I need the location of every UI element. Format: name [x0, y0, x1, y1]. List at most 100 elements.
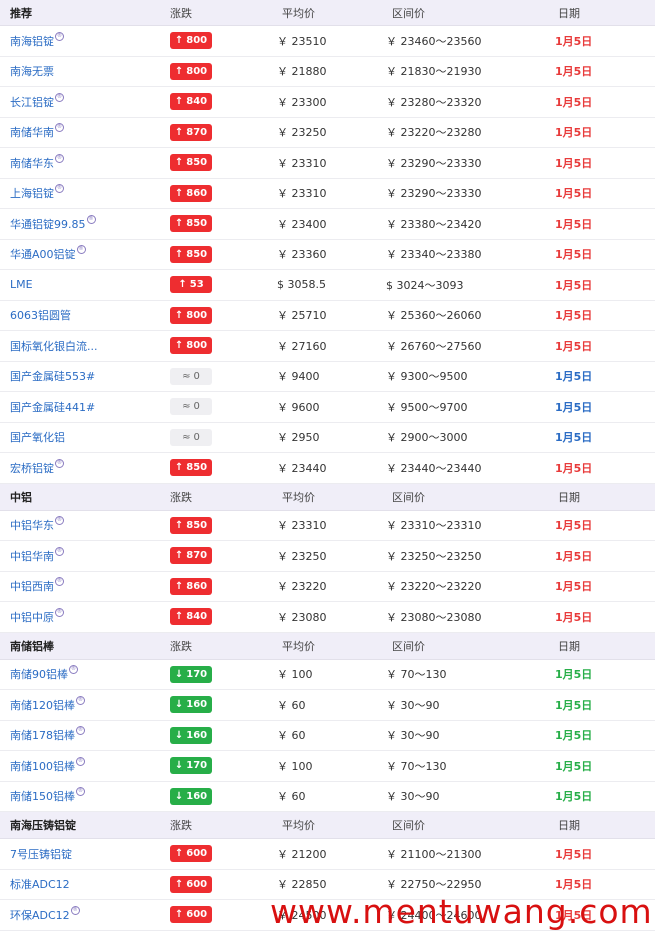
date-cell: 1月5日 [555, 34, 593, 48]
product-link[interactable]: 中铝西南 [10, 580, 54, 593]
product-cell[interactable]: 中铝华东 ® [0, 516, 165, 533]
product-cell[interactable]: 南储华南 ® [0, 123, 165, 140]
avg-price: ￥ 23220 [277, 580, 327, 594]
avg-price: ￥ 21200 [277, 847, 327, 861]
product-cell[interactable]: 南储178铝棒 ® [0, 726, 165, 743]
product-link[interactable]: 6063铝圆管 [10, 309, 71, 322]
column-header-range-price: 区间价 [392, 819, 425, 832]
avg-price: ￥ 27160 [277, 339, 327, 353]
range-price: ￥ 70～130 [386, 759, 447, 773]
change-cell: ≈0 [165, 398, 271, 416]
product-link[interactable]: 7号压铸铝锭 [10, 848, 72, 861]
date-cell: 1月5日 [555, 519, 593, 533]
arrow-up-icon: ↑ [174, 340, 184, 352]
product-cell[interactable]: 南储100铝棒 ® [0, 756, 165, 774]
product-cell[interactable]: 华通A00铝锭 ® [0, 245, 165, 262]
range-price: ￥ 23380～23420 [386, 217, 482, 231]
product-cell[interactable]: 中铝西南 ® [0, 577, 165, 594]
product-cell[interactable]: 6063铝圆管 [0, 307, 165, 323]
product-link[interactable]: 南储华东 [10, 157, 54, 170]
arrow-up-icon: ↑ [174, 157, 184, 169]
column-header-range-price: 区间价 [392, 490, 425, 504]
range-price: ￥ 23440～23440 [386, 461, 482, 475]
product-link[interactable]: 中铝中原 [10, 611, 54, 624]
date-cell: 1月5日 [555, 187, 593, 201]
product-link[interactable]: 南储100铝棒 [10, 760, 75, 773]
column-header-avg-price: 平均价 [282, 639, 315, 653]
product-cell[interactable]: 中铝华南 ® [0, 546, 165, 564]
product-link[interactable]: 南储华南 [10, 126, 54, 139]
range-price: ￥ 30～90 [386, 729, 440, 743]
range-price: ￥ 9300～9500 [386, 370, 468, 384]
product-cell[interactable]: 南储120铝棒 ® [0, 695, 165, 713]
product-link[interactable]: 南储178铝棒 [10, 729, 75, 742]
registered-icon: ® [86, 214, 96, 224]
table-row: 南储100铝棒 ® ↓ 170 ￥ 100 ￥ 70～130 1月5日 [0, 751, 655, 782]
product-link[interactable]: 华通铝锭99.85 [10, 218, 86, 231]
change-badge: ≈0 [170, 398, 212, 416]
product-cell[interactable]: 国产金属硅441# [0, 399, 165, 415]
change-value: 170 [186, 760, 208, 772]
change-value: 160 [186, 699, 208, 711]
product-link[interactable]: 南储90铝棒 [10, 668, 68, 681]
product-link[interactable]: 国产金属硅553# [10, 370, 95, 383]
product-cell[interactable]: LME [0, 278, 165, 291]
date-cell: 1月5日 [555, 65, 593, 79]
registered-icon: ® [55, 516, 64, 526]
product-cell[interactable]: 南储华东 ® [0, 153, 165, 171]
product-cell[interactable]: 南海铝锭 ® [0, 31, 165, 49]
range-price: ￥ 25360～26060 [386, 309, 482, 323]
registered-icon: ® [55, 184, 64, 194]
change-value: 0 [193, 401, 200, 413]
change-cell: ↑ 870 [165, 123, 271, 141]
product-link[interactable]: 标准ADC12 [10, 878, 70, 891]
product-link[interactable]: 南储150铝棒 [10, 790, 75, 803]
range-price: ￥ 23290～23330 [386, 156, 482, 170]
product-cell[interactable]: 7号压铸铝锭 [0, 846, 165, 862]
product-cell[interactable]: 华通铝锭99.85 ® [0, 214, 165, 232]
product-link[interactable]: 长江铝锭 [10, 96, 54, 109]
product-cell[interactable]: 南海无票 [0, 63, 165, 79]
change-badge: ≈0 [170, 428, 212, 446]
product-cell[interactable]: 上海铝锭 ® [0, 184, 165, 201]
date-cell: 1月5日 [555, 248, 593, 262]
registered-icon: ® [55, 607, 64, 617]
product-cell[interactable]: 宏桥铝锭 ® [0, 458, 165, 476]
product-cell[interactable]: 中铝中原 ® [0, 607, 165, 625]
table-row: 南海无票 ↑ 800 ￥ 21880 ￥ 21830～21930 1月5日 [0, 57, 655, 87]
product-cell[interactable]: 环保ADC12 ® [0, 905, 165, 923]
product-link[interactable]: 上海铝锭 [10, 187, 54, 200]
table-row: 中铝中原 ® ↑ 840 ￥ 23080 ￥ 23080～23080 1月5日 [0, 602, 655, 633]
product-cell[interactable]: 标准ADC12 [0, 876, 165, 892]
column-header-range-price: 区间价 [392, 6, 425, 20]
product-link[interactable]: 宏桥铝锭 [10, 462, 54, 475]
product-cell[interactable]: 国产氧化铝 [0, 429, 165, 445]
product-link[interactable]: 中铝华东 [10, 519, 54, 532]
product-link[interactable]: 国产金属硅441# [10, 401, 95, 414]
product-link[interactable]: 国标氧化银白流... [10, 340, 98, 353]
avg-price: $ 3058.5 [277, 278, 326, 292]
product-link[interactable]: 华通A00铝锭 [10, 248, 76, 261]
registered-icon: ® [76, 695, 85, 705]
product-link[interactable]: 中铝华南 [10, 550, 54, 563]
product-link[interactable]: 南储120铝棒 [10, 699, 75, 712]
product-cell[interactable]: 南储90铝棒 ® [0, 665, 165, 682]
column-header-date: 日期 [558, 639, 580, 653]
product-link[interactable]: 环保ADC12 [10, 909, 70, 922]
avg-price: ￥ 60 [277, 698, 306, 712]
range-price: ￥ 2900～3000 [386, 431, 468, 445]
product-link[interactable]: 南海铝锭 [10, 35, 54, 48]
range-price: ￥ 26760～27560 [386, 339, 482, 353]
change-badge: ↑ 870 [170, 547, 212, 565]
product-cell[interactable]: 长江铝锭 ® [0, 92, 165, 110]
product-cell[interactable]: 南储150铝棒 ® [0, 787, 165, 804]
product-link[interactable]: 国产氧化铝 [10, 431, 65, 444]
change-badge: ≈0 [170, 367, 212, 385]
product-cell[interactable]: 国产金属硅553# [0, 368, 165, 384]
product-cell[interactable]: 国标氧化银白流... [0, 338, 165, 354]
change-badge: ↓ 170 [170, 665, 212, 683]
range-price: $ 3024～3093 [386, 278, 464, 292]
column-header-change: 涨跌 [170, 819, 192, 832]
product-link[interactable]: 南海无票 [10, 65, 54, 78]
product-link[interactable]: LME [10, 278, 33, 291]
